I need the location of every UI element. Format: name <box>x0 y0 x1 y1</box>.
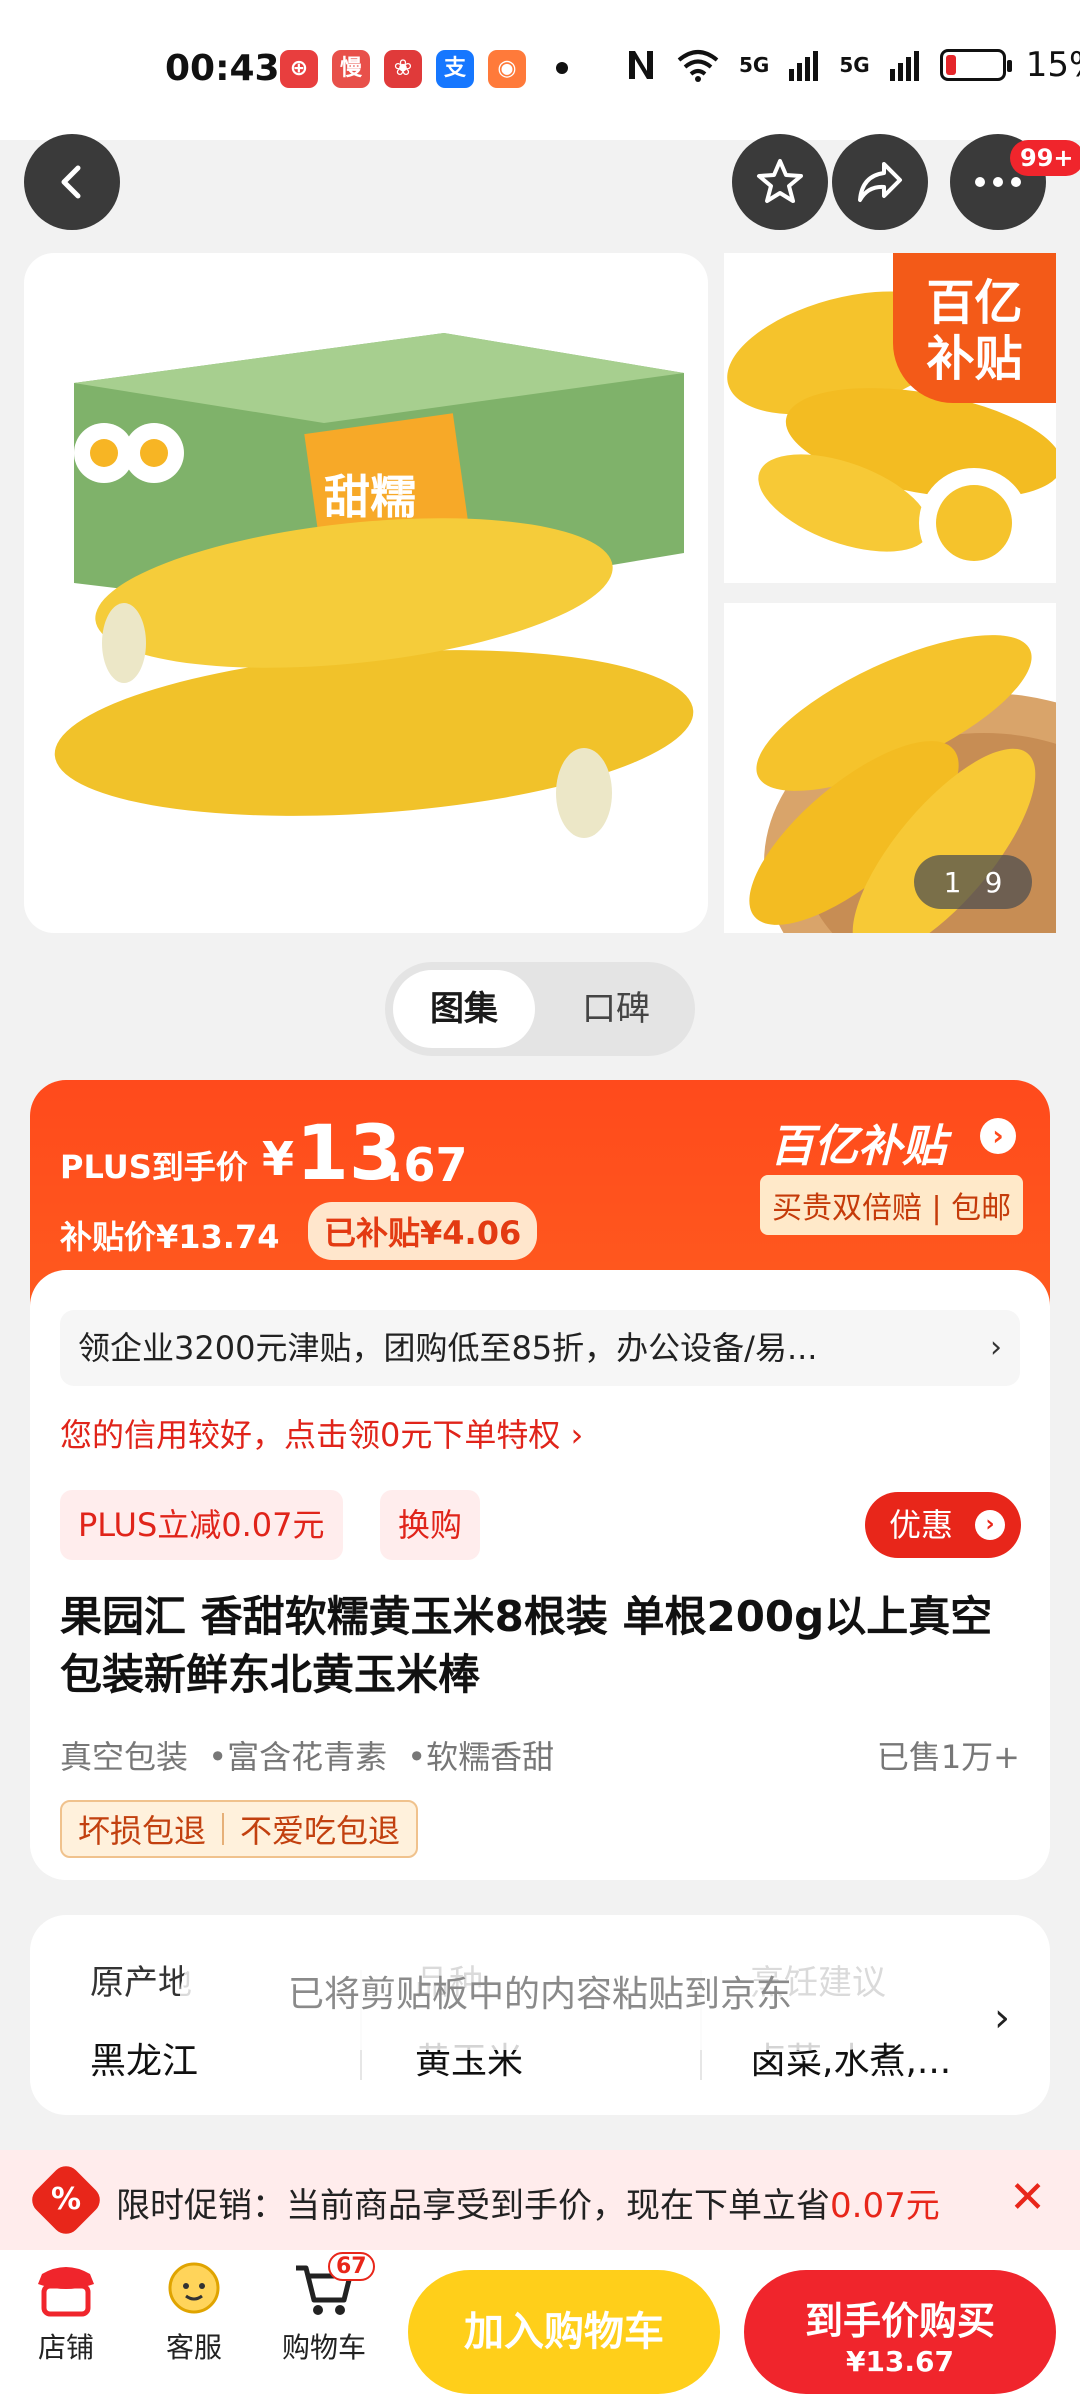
limited-promo-amount: 0.07元 <box>830 2186 940 2226</box>
store-icon <box>34 2260 98 2318</box>
message-count-badge: 99+ <box>1010 140 1080 176</box>
chevron-left-icon <box>61 165 81 199</box>
coupon-button[interactable]: 优惠 › <box>865 1492 1021 1558</box>
favorite-button[interactable] <box>732 134 828 230</box>
feature-item: 真空包装 <box>60 1738 189 1776</box>
store-label: 店铺 <box>37 2331 94 2364</box>
service-guarantee: 坏损包退 不爱吃包退 <box>60 1800 419 1858</box>
subsidy-badge-line2: 补贴 <box>926 331 1023 387</box>
star-icon <box>757 159 803 203</box>
share-icon <box>858 162 902 202</box>
limited-promo-prefix: 限时促销：当前商品享受到手价，现在下单立省 <box>116 2186 830 2226</box>
nfc-icon <box>629 51 653 79</box>
guarantee-badge: 买贵双倍赔 | 包邮 <box>760 1175 1024 1235</box>
box-text: 甜糯 <box>324 470 416 524</box>
enterprise-promo-bar[interactable]: 领企业3200元津贴，团购低至85折，办公设备/易... › <box>60 1310 1020 1386</box>
chevron-right-icon: › <box>975 1510 1005 1540</box>
buy-now-button[interactable]: 到手价购买 ¥13.67 <box>744 2270 1056 2394</box>
customer-service-label: 客服 <box>165 2331 222 2364</box>
notification-app-icon: ❀ <box>384 50 422 88</box>
product-title: 果园汇 香甜软糯黄玉米8根装 单根200g以上真空包装新鲜东北黄玉米棒 <box>60 1592 993 1699</box>
product-details: 领企业3200元津贴，团购低至85折，办公设备/易... › 您的信用较好，点击… <box>30 1270 1050 1880</box>
bottom-action-bar: 店铺 客服 67 购物车 加入购物车 到手价购买 ¥13.67 <box>0 2250 1080 2400</box>
limited-promo-bar: % 限时促销：当前商品享受到手价，现在下单立省0.07元 ✕ <box>0 2150 1080 2250</box>
signal-icon <box>789 51 819 81</box>
gallery-tabs: 图集 口碑 <box>385 962 695 1056</box>
corn-product-illustration: 甜糯 <box>54 333 694 838</box>
alipay-icon: 支 <box>436 50 474 88</box>
cart-count-badge: 67 <box>328 2252 375 2281</box>
trade-in-tag[interactable]: 换购 <box>380 1490 481 1560</box>
cart-label: 购物车 <box>281 2331 366 2364</box>
notification-app-icon: 慢 <box>332 50 370 88</box>
coupon-button-label: 优惠 <box>889 1506 954 1544</box>
chevron-right-icon[interactable]: › <box>994 1995 1010 2041</box>
billion-subsidy-link[interactable]: 百亿补贴 <box>770 1110 946 1174</box>
enterprise-promo-text: 领企业3200元津贴，团购低至85折，办公设备/易... <box>78 1329 818 1367</box>
status-time: 00:43 <box>165 48 280 89</box>
notification-app-icon: ◉ <box>488 50 526 88</box>
plus-price-decimal: .67 <box>386 1138 468 1192</box>
image-counter-total: 9 <box>984 865 1003 899</box>
close-icon[interactable]: ✕ <box>1009 2172 1046 2223</box>
back-button[interactable] <box>24 134 120 230</box>
status-bar: 00:43 ⊕ 慢 ❀ 支 ◉ 5G 5G 15% <box>0 0 1080 140</box>
clipboard-toast: 已将剪贴板中的内容粘贴到京东 <box>180 1940 900 2050</box>
store-button[interactable]: 店铺 <box>6 2260 126 2366</box>
chevron-right-icon: › <box>990 1330 1002 1365</box>
feature-item: •软糯香甜 <box>407 1738 555 1776</box>
image-counter-current: 1 <box>943 865 962 899</box>
image-counter: 1 9 <box>914 855 1032 909</box>
chevron-right-icon[interactable]: › <box>980 1118 1016 1154</box>
credit-privilege-link[interactable]: 您的信用较好，点击领0元下单特权 › <box>60 1410 583 1456</box>
tab-reviews[interactable]: 口碑 <box>545 970 687 1048</box>
subsidy-corner-badge: 百亿 补贴 <box>893 253 1056 403</box>
plus-price-label: PLUS到手价 <box>60 1148 248 1186</box>
status-more-dot <box>556 62 568 74</box>
buy-now-price: ¥13.67 <box>845 2345 955 2378</box>
signal-5g-label: 5G <box>839 53 870 77</box>
plus-discount-tag: PLUS立减0.07元 <box>60 1490 343 1560</box>
signal-icon <box>889 51 919 81</box>
feature-item: •富含花青素 <box>208 1738 388 1776</box>
customer-service-button[interactable]: 客服 <box>134 2260 254 2366</box>
subsidy-saved-badge: 已补贴¥4.06 <box>308 1202 538 1260</box>
share-button[interactable] <box>832 134 928 230</box>
product-info-card: PLUS到手价 ¥ 13 .67 补贴价¥13.74 已补贴¥4.06 百亿补贴… <box>30 1080 1050 1880</box>
notification-app-icon: ⊕ <box>280 50 318 88</box>
feature-list: 真空包装 •富含花青素 •软糯香甜 <box>60 1732 564 1778</box>
plus-price-currency: ¥ <box>262 1132 295 1186</box>
status-app-icons: ⊕ 慢 ❀ 支 ◉ <box>280 50 526 88</box>
customer-service-icon <box>162 2260 226 2318</box>
product-main-image[interactable]: 甜糯 <box>24 253 708 933</box>
subsidy-price: 补贴价¥13.74 <box>60 1218 280 1256</box>
service-item: 坏损包退 <box>78 1812 207 1850</box>
wifi-icon <box>677 50 719 82</box>
buy-now-label: 到手价购买 <box>804 2299 995 2343</box>
status-indicators: 5G 5G 15% <box>625 45 1080 85</box>
more-dots-icon <box>975 177 1021 187</box>
subsidy-badge-line1: 百亿 <box>926 275 1023 331</box>
cart-icon: 67 <box>292 2252 375 2318</box>
limited-promo-text: 限时促销：当前商品享受到手价，现在下单立省0.07元 <box>116 2178 940 2227</box>
signal-5g-label: 5G <box>739 53 770 77</box>
tab-gallery[interactable]: 图集 <box>393 970 535 1048</box>
battery-percent: 15% <box>1025 45 1080 85</box>
cart-button[interactable]: 67 购物车 <box>264 2252 384 2366</box>
percent-icon: % <box>26 2160 106 2240</box>
service-item: 不爱吃包退 <box>240 1812 401 1850</box>
battery-icon <box>939 49 1012 81</box>
add-to-cart-button[interactable]: 加入购物车 <box>408 2270 720 2394</box>
sold-count: 已售1万+ <box>876 1738 1020 1776</box>
